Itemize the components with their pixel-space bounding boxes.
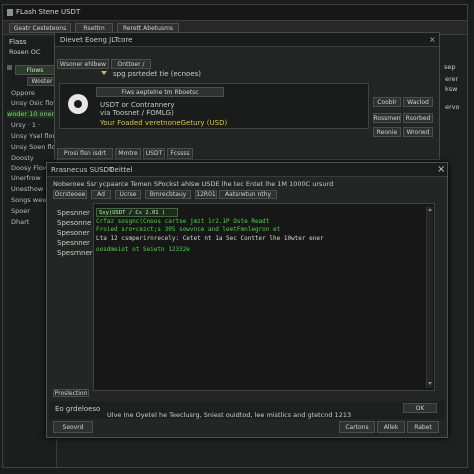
dialog-tab-1[interactable]: Ad [91, 190, 111, 199]
side-label: Spesrnner [57, 249, 93, 257]
middle-window-close-icon[interactable]: × [429, 36, 436, 44]
detail-panel: Fiws aeptelne tm Rboetsc USDT or Contran… [59, 83, 369, 129]
app-title: FLash Stene USDT [16, 8, 81, 16]
sidebar-item-selected[interactable]: woder 10 oner [7, 110, 55, 118]
sidebar-item[interactable]: Ursy · 1 · [11, 121, 40, 129]
status-left: Eo grdeloeso [55, 405, 101, 413]
sidebar-item[interactable]: Unsy Osic flow [11, 99, 59, 107]
side-label: Spesnner [57, 239, 90, 247]
sidebar-item[interactable]: Songs wew [11, 196, 47, 204]
rabet-button[interactable]: Rabet [407, 421, 439, 433]
side-label: Spesnner [57, 209, 90, 217]
title-bar: FLash Stene USDT [3, 5, 467, 21]
right-label-4: ervo [445, 103, 460, 111]
right-label-2: erer [445, 75, 459, 83]
status-line: Your Foaded veretnoneGetury (USD) [100, 119, 228, 127]
status-bar: Eo grdeloeso Ulve Ine Oyetel he Teeclusr… [49, 401, 445, 419]
sidebar-item[interactable]: Oppore [11, 89, 35, 97]
sidebar-item-label: Songs wew [11, 196, 48, 204]
sidebar-item-label: Doosty [11, 154, 34, 162]
sidebar-header: Flass [9, 38, 27, 46]
sidebar-item-label: woder 10 oner [7, 110, 55, 118]
copy-button[interactable]: Cooblr [373, 97, 401, 107]
dialog-title: Rrasnecus SUSDT [51, 166, 114, 174]
upload-button[interactable]: Waclod [403, 97, 433, 107]
sidebar-item-label: Ursy · 1 · [11, 121, 41, 129]
dialog-tab-3[interactable]: Bmrecbtauy [145, 190, 191, 199]
rsorbed-button[interactable]: Rsorbed [403, 113, 433, 123]
console-line: oosdmeiot ot Seietn 12332e [96, 246, 190, 253]
collapse-arrow-icon[interactable] [101, 71, 107, 75]
footer-label: Proslection [53, 389, 89, 397]
console-output[interactable]: Ssy(USDT / Cs 2.01 ) Crfaz sosgnc(Cnoos … [93, 203, 435, 391]
sidebar-item[interactable]: Doosy Flow [11, 164, 48, 172]
dialog-tab-0[interactable]: Ocrsteoee [53, 190, 87, 199]
cartons-button[interactable]: Cartons [339, 421, 375, 433]
seovrd-button[interactable]: Seovrd [53, 421, 93, 433]
tab-wsoner[interactable]: Wsoner ehlbew [57, 59, 109, 69]
sidebar-item[interactable]: Unerfrow [11, 174, 41, 182]
sidebar-item-label: Unerfrow [11, 174, 41, 182]
dialog-tab-5[interactable]: Aatsrwtun nthy [219, 190, 277, 199]
scroll-down-icon[interactable] [428, 382, 432, 385]
bottom-tab-fcssss[interactable]: Fcssss [167, 148, 193, 159]
bottom-tab-mmtre[interactable]: Mmtre [115, 148, 141, 159]
console-line: Froied sro+cezct;s 305 sowvnce and leetF… [96, 226, 281, 233]
dialog-tab-4[interactable]: 12R01 [195, 190, 217, 199]
sidebar-item-label: Unsy Ysel flow [11, 132, 58, 140]
console-line: Crfaz sosgnc(Cnoos cartse jmzt 1r2.1P Os… [96, 218, 270, 225]
detail-line-2: via Toosnet / FOMLG) [100, 109, 174, 117]
console-scrollbar[interactable] [426, 206, 433, 388]
detail-line-1: USDT or Contrannery [100, 101, 175, 109]
rossmen-button[interactable]: Rossmen [373, 113, 401, 123]
reonie-button[interactable]: Reonie [373, 127, 401, 137]
middle-window-titlebar: Dievet Eoeng JLTcore × [55, 33, 439, 47]
sidebar-item-label: Unesthow [11, 185, 44, 193]
scroll-up-icon[interactable] [428, 208, 432, 211]
info-line: spg psrtedet tie (ecnoes) [113, 70, 202, 78]
ok-button[interactable]: OK [403, 403, 437, 413]
bottom-tab-prosi[interactable]: Prosi flsn isdrt [57, 148, 113, 159]
sidebar-item-label: Spoer [11, 207, 30, 215]
middle-window-title: Dievet Eoeng JLTcore [60, 36, 133, 44]
dialog-tab-2[interactable]: Ucrse [115, 190, 141, 199]
sidebar-item-label: Dhart [11, 218, 30, 226]
sidebar-badge[interactable]: Woster [27, 77, 57, 86]
search-label: Fiws aeptelne tm Rboetsc [96, 87, 224, 97]
sidebar-item[interactable]: Unesthow [11, 185, 43, 193]
dialog-title-right: Oeittel [109, 166, 133, 174]
console-line: Lta 12 csmperirnrecely: Cetet nt 1a Sec … [96, 235, 324, 242]
middle-window: Dievet Eoeng JLTcore × Wsoner ehlbew Ont… [54, 32, 440, 160]
usdt-dialog: Rrasnecus SUSDT Oeittel × Noberoee Ssr y… [46, 162, 448, 438]
sidebar-item-label: Doosy Flow [11, 164, 49, 172]
app-icon [7, 9, 13, 16]
sidebar-item[interactable]: Doosty [11, 154, 34, 162]
sidebar-scroll-arrow-icon[interactable] [7, 65, 12, 70]
console-input[interactable]: Ssy(USDT / Cs 2.01 ) [96, 208, 178, 217]
right-label-3: ksw [445, 85, 458, 93]
sidebar-item-label: Unsy Osic flow [11, 99, 59, 107]
settings-icon [68, 94, 88, 114]
console-input-value: Ssy(USDT / Cs 2.01 ) [99, 210, 166, 216]
wrorwd-button[interactable]: Wrorwd [403, 127, 433, 137]
tab-onttoer[interactable]: Onttoer / [111, 59, 151, 69]
sidebar-item[interactable]: Unsy Ysel flow [11, 132, 58, 140]
sidebar-item[interactable]: Spoer [11, 207, 30, 215]
status-text: Ulve Ine Oyetel he Teeclusrg, Sniest oui… [107, 411, 352, 419]
bottom-tab-usdt[interactable]: USDT [143, 148, 165, 159]
right-label-1: sep [444, 63, 456, 71]
sidebar-tab-flows[interactable]: Flows [15, 65, 55, 75]
dialog-header-line: Noberoee Ssr ycpaarce Temen SPockst ahls… [53, 180, 334, 188]
side-label: Spesoner [57, 229, 90, 237]
sidebar-subheader: Rosen OC [9, 48, 41, 56]
side-label: Spesonne [57, 219, 92, 227]
sidebar-item-label: Oppore [11, 89, 35, 97]
dialog-close-icon[interactable]: × [437, 164, 445, 175]
dialog-titlebar: Rrasnecus SUSDT Oeittel × [47, 163, 447, 177]
allek-button[interactable]: Allek [377, 421, 405, 433]
sidebar-item[interactable]: Dhart [11, 218, 29, 226]
